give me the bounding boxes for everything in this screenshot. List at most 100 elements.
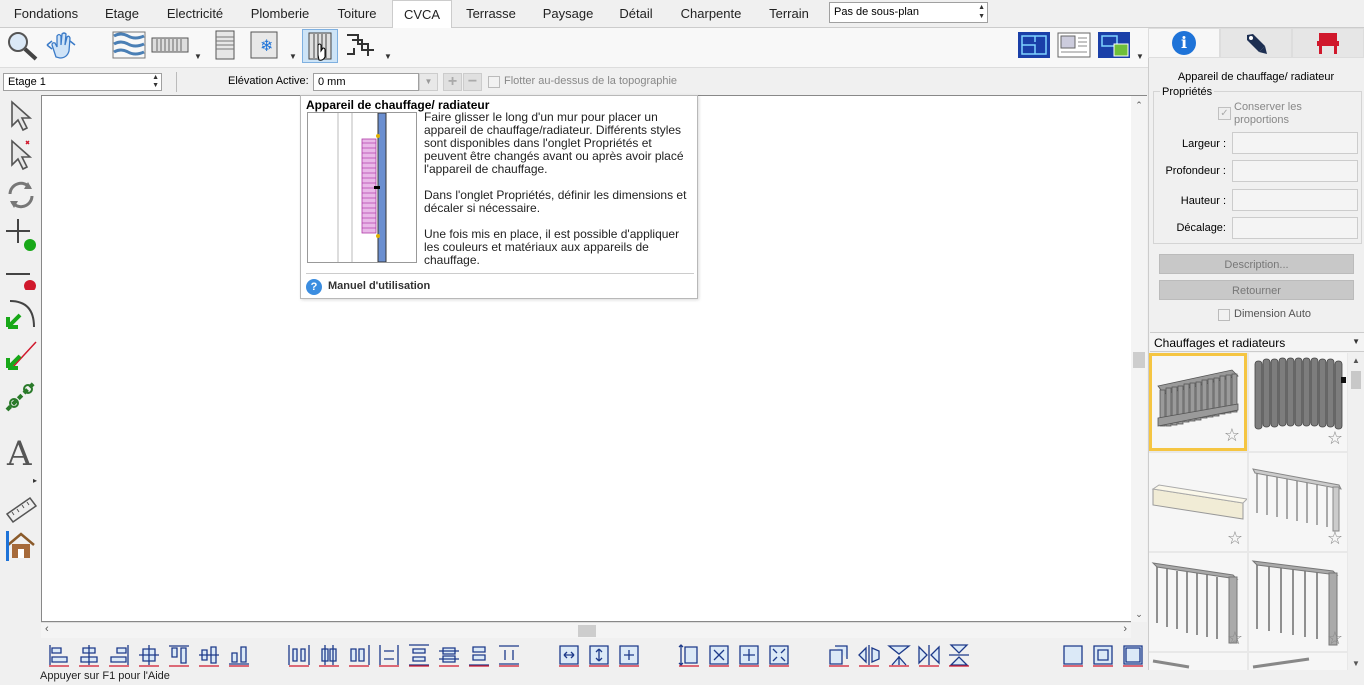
favorite-star-icon[interactable]: ☆ [1227,628,1243,649]
distribute-centers-v-icon[interactable] [437,643,461,667]
scroll-thumb[interactable] [1133,352,1145,368]
zoom-icon[interactable] [3,28,41,62]
scroll-up-icon[interactable]: ⌃ [1131,96,1147,111]
select-arrow-icon[interactable] [2,97,40,135]
distribute-v-icon[interactable] [407,643,431,667]
scroll-left-icon[interactable]: ‹ [45,623,49,635]
scroll-thumb[interactable] [1351,371,1361,389]
library-item-baseboard-heater[interactable]: ☆ [1149,453,1247,551]
chevron-down-icon[interactable]: ▼ [289,52,297,61]
floor-select[interactable]: Etage 1 ▲ ▼ [3,73,162,91]
tab-terrasse[interactable]: Terrasse [458,0,524,28]
library-item-cast-iron-radiator[interactable]: ☆ [1249,353,1347,451]
tab-detail[interactable]: Détail [612,0,660,28]
chevron-down-icon[interactable]: ▼ [1136,52,1144,61]
center-object-icon[interactable] [737,643,761,667]
ruler-icon[interactable] [2,490,40,528]
align-bottom-icon[interactable] [227,643,251,667]
scroll-right-icon[interactable]: › [1123,623,1127,635]
copy-layer-icon[interactable] [827,643,851,667]
library-item-column-radiator[interactable]: ☆ [1149,353,1247,451]
distribute-right-icon[interactable] [347,643,371,667]
tab-paysage[interactable]: Paysage [536,0,600,28]
break-line-icon[interactable] [2,336,40,374]
library-category-select[interactable]: Chauffages et radiateurs ▼ [1150,332,1364,352]
polyline-chain-icon[interactable] [2,377,40,415]
library-item-partial-2[interactable] [1249,653,1347,670]
distribute-centers-h-icon[interactable] [317,643,341,667]
chevron-down-icon[interactable]: ▼ [384,52,392,61]
elevation-dropdown[interactable]: ▼ [419,73,438,91]
wall-heater-icon[interactable] [210,28,240,62]
scroll-up-icon[interactable]: ▲ [1348,353,1364,365]
tab-plomberie[interactable]: Plomberie [242,0,318,28]
frame-outline-icon[interactable] [1061,643,1085,667]
distribute-bottom-icon[interactable] [467,643,491,667]
auto-dimension-checkbox[interactable] [1218,309,1230,321]
baseboard-heater-icon[interactable] [150,28,190,62]
description-button[interactable]: Description... [1159,254,1354,274]
mirror-v-icon[interactable] [947,643,971,667]
resize-center-icon[interactable] [617,643,641,667]
subplan-select[interactable]: Pas de sous-plan ▲ ▼ [829,2,988,23]
tab-etage[interactable]: Etage [96,0,148,28]
library-scrollbar[interactable]: ▲ ▼ [1348,353,1364,670]
scroll-down-icon[interactable]: ▼ [1348,659,1364,668]
favorite-star-icon[interactable]: ☆ [1224,425,1240,446]
add-point-icon[interactable] [2,215,40,253]
air-conditioner-icon[interactable]: ❄ [246,28,286,62]
scroll-down-icon[interactable]: ⌄ [1131,609,1147,620]
panel-tab-library[interactable] [1292,28,1364,58]
library-item-tall-radiator[interactable]: ☆ [1149,553,1247,651]
favorite-star-icon[interactable]: ☆ [1327,628,1343,649]
radiator-icon[interactable] [302,29,338,63]
minus-icon[interactable]: − [463,73,482,91]
height-field[interactable] [1232,189,1358,211]
align-middle-v-icon[interactable] [197,643,221,667]
vertical-scrollbar[interactable]: ⌃ ⌄ [1131,96,1147,622]
break-arc-icon[interactable] [2,295,40,333]
shrink-icon[interactable] [767,643,791,667]
favorite-star-icon[interactable]: ☆ [1327,528,1343,549]
text-tool-icon[interactable]: A [2,433,40,471]
mirror-h-icon[interactable] [917,643,941,667]
panel-tab-style[interactable] [1220,28,1292,58]
scroll-thumb[interactable] [578,625,596,637]
horizontal-scrollbar[interactable]: ‹ › [41,622,1131,638]
tab-charpente[interactable]: Charpente [673,0,749,28]
pan-hand-icon[interactable] [42,28,80,62]
resize-both-icon[interactable] [557,643,581,667]
elevation-input[interactable]: 0 mm [313,73,419,91]
keep-ratio-checkbox[interactable]: ✓ [1218,107,1231,120]
tab-electricite[interactable]: Electricité [159,0,231,28]
align-top-icon[interactable] [167,643,191,667]
mirror-left-icon[interactable] [857,643,881,667]
space-equal-v-icon[interactable] [497,643,521,667]
frame-thick-icon[interactable] [1121,643,1145,667]
mirror-top-icon[interactable] [887,643,911,667]
frame-double-icon[interactable] [1091,643,1115,667]
favorite-star-icon[interactable]: ☆ [1327,428,1343,449]
chevron-right-icon[interactable]: ▸ [33,476,37,485]
tab-toiture[interactable]: Toiture [328,0,386,28]
width-field[interactable] [1232,132,1358,154]
tab-fondations[interactable]: Fondations [5,0,87,28]
favorite-star-icon[interactable]: ☆ [1227,528,1243,549]
select-objects-icon[interactable] [2,136,40,174]
offset-field[interactable] [1232,217,1358,239]
stretch-vertical-icon[interactable] [677,643,701,667]
library-item-tall-radiator-2[interactable]: ☆ [1249,553,1347,651]
duct-route-icon[interactable] [342,28,380,62]
fit-inside-icon[interactable] [707,643,731,667]
user-manual-link[interactable]: Manuel d'utilisation [328,280,430,292]
space-equal-h-icon[interactable] [377,643,401,667]
align-left-icon[interactable] [47,643,71,667]
delete-point-icon[interactable] [2,254,40,292]
rotate-icon[interactable] [2,176,40,214]
tab-cvca[interactable]: CVCA [392,0,452,28]
tab-terrain[interactable]: Terrain [760,0,818,28]
depth-field[interactable] [1232,160,1358,182]
distribute-h-icon[interactable] [287,643,311,667]
plus-icon[interactable]: + [443,73,462,91]
layout-sheet-icon[interactable] [1055,28,1093,62]
